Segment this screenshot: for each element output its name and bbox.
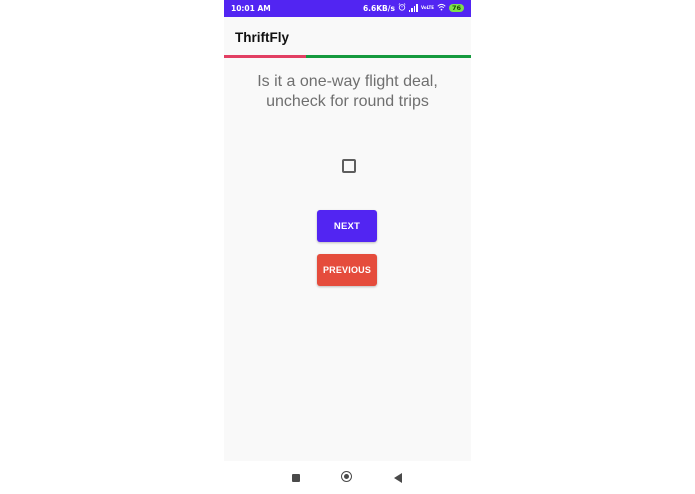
one-way-checkbox[interactable]	[342, 159, 356, 173]
app-bar: ThriftFly	[224, 17, 471, 55]
phone-screen: 10:01 AM 6.6KB/s VoLTE 76 ThriftFly Is i…	[224, 0, 471, 494]
navigation-bar	[224, 461, 471, 494]
wifi-icon	[437, 3, 446, 13]
status-icons: 6.6KB/s VoLTE 76	[363, 3, 464, 13]
triangle-back-icon[interactable]	[394, 473, 402, 483]
progress-remaining	[305, 55, 471, 58]
next-button[interactable]: NEXT	[317, 210, 377, 242]
progress-indicator	[224, 55, 471, 58]
signal-icon	[408, 4, 418, 12]
previous-button[interactable]: PREVIOUS	[317, 254, 377, 286]
progress-filled	[224, 55, 306, 58]
app-title: ThriftFly	[235, 30, 289, 45]
circle-home-icon[interactable]	[341, 471, 352, 482]
network-speed: 6.6KB/s	[362, 3, 395, 13]
battery-indicator: 76	[448, 4, 464, 12]
square-icon[interactable]	[292, 474, 300, 482]
status-time: 10:01 AM	[231, 4, 271, 13]
signal-small-text: VoLTE	[420, 5, 434, 10]
question-text: Is it a one-way flight deal, uncheck for…	[257, 73, 438, 110]
alarm-icon	[398, 3, 406, 13]
status-bar: 10:01 AM 6.6KB/s VoLTE 76	[224, 0, 471, 17]
